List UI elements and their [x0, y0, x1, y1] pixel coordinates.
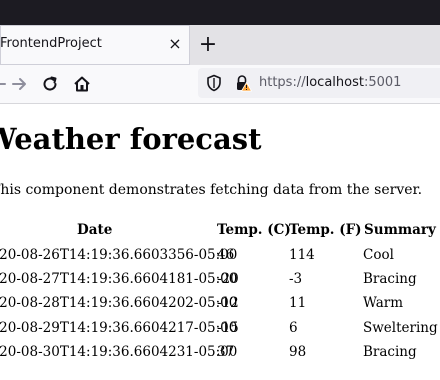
new-tab-button[interactable]: + [196, 33, 220, 57]
table-row: 2020-08-30T14:19:36.6604231-05:00 37 98 … [0, 344, 440, 368]
cell-summary: Warm [363, 295, 404, 311]
shield-icon[interactable] [206, 74, 222, 92]
tab-strip: FrontendProject × + [0, 25, 440, 65]
window-titlebar [0, 0, 440, 25]
cell-temp-f: -3 [289, 271, 303, 287]
home-icon[interactable] [71, 73, 93, 95]
table-row: 2020-08-29T14:19:36.6604217-05:00 -15 6 … [0, 320, 440, 344]
forward-arrow-icon[interactable] [8, 73, 30, 95]
table-row: 2020-08-26T14:19:36.6603356-05:00 46 114… [0, 247, 440, 271]
cell-summary: Cool [363, 247, 394, 263]
cell-summary: Sweltering [363, 320, 438, 336]
url-bar[interactable]: https://localhost:5001 [198, 68, 440, 98]
cell-temp-c: -12 [217, 295, 239, 311]
lock-warning-icon[interactable] [234, 74, 252, 92]
page-title: Weather forecast [0, 122, 262, 156]
cell-temp-c: -15 [217, 320, 239, 336]
url-host: localhost [305, 75, 364, 90]
cell-temp-f: 11 [289, 295, 307, 311]
reload-icon[interactable] [39, 73, 61, 95]
table-row: 2020-08-28T14:19:36.6604202-05:00 -12 11… [0, 295, 440, 319]
cell-temp-c: 37 [217, 344, 235, 360]
tab-close-icon[interactable]: × [165, 34, 185, 54]
navigation-toolbar: https://localhost:5001 [0, 65, 440, 104]
header-temp-f: Temp. (F) [289, 222, 362, 238]
header-date: Date [77, 222, 113, 238]
cell-summary: Bracing [363, 271, 417, 287]
url-scheme: https:// [259, 75, 306, 90]
table-row: 2020-08-27T14:19:36.6604181-05:00 -20 -3… [0, 271, 440, 295]
header-temp-c: Temp. (C) [217, 222, 291, 238]
tab-frontendproject[interactable]: FrontendProject × [0, 25, 190, 65]
url-port: :5001 [363, 75, 402, 90]
cell-date: 2020-08-28T14:19:36.6604202-05:00 [0, 295, 238, 311]
cell-temp-f: 114 [289, 247, 315, 263]
cell-date: 2020-08-30T14:19:36.6604231-05:00 [0, 344, 238, 360]
page-content: Weather forecast This component demonstr… [0, 104, 440, 380]
cell-date: 2020-08-27T14:19:36.6604181-05:00 [0, 271, 238, 287]
cell-summary: Bracing [363, 344, 417, 360]
cell-temp-f: 98 [289, 344, 307, 360]
cell-date: 2020-08-26T14:19:36.6603356-05:00 [0, 247, 238, 263]
cell-temp-f: 6 [289, 320, 298, 336]
page-lead: This component demonstrates fetching dat… [0, 182, 423, 198]
url-text[interactable]: https://localhost:5001 [259, 75, 401, 90]
header-summary: Summary [364, 222, 436, 238]
tab-title: FrontendProject [0, 36, 102, 51]
cell-temp-c: 46 [217, 247, 235, 263]
cell-temp-c: -20 [217, 271, 239, 287]
cell-date: 2020-08-29T14:19:36.6604217-05:00 [0, 320, 238, 336]
